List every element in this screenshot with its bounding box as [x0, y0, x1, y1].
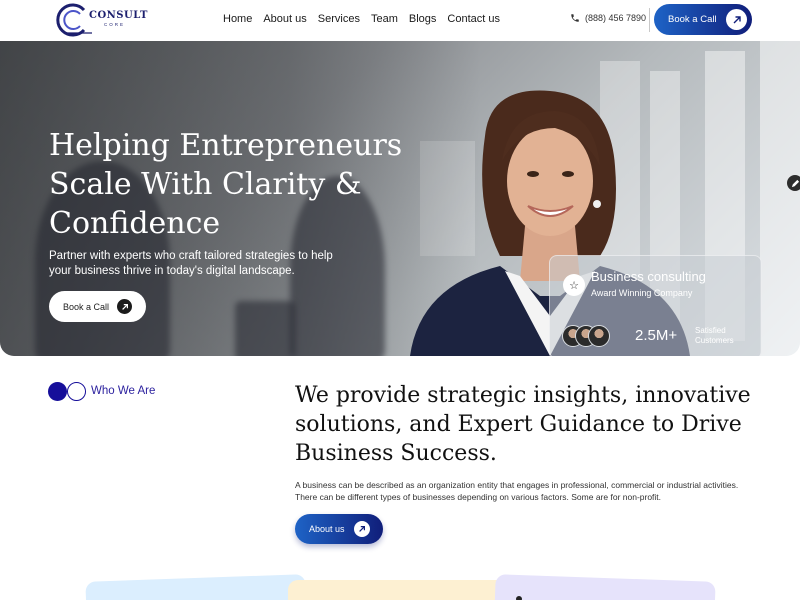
edit-pencil-icon[interactable] [787, 175, 800, 191]
hero-subtitle: Partner with experts who craft tailored … [49, 250, 333, 277]
avatar [588, 325, 610, 347]
main-nav: Home About us Services Team Blogs Contac… [223, 13, 500, 25]
phone-number: (888) 456 7890 [585, 13, 647, 23]
nav-item-home[interactable]: Home [223, 13, 252, 25]
phone-icon [571, 14, 579, 22]
arrow-up-right-icon [117, 299, 132, 314]
service-card-blue [85, 574, 307, 600]
card-subtitle: Award Winning Company [591, 288, 693, 298]
arrow-up-right-icon [354, 521, 370, 537]
customers-label: Satisfied Customers [695, 326, 734, 345]
service-card-yellow [288, 580, 512, 600]
nav-item-contact[interactable]: Contact us [447, 13, 500, 25]
nav-item-about[interactable]: About us [263, 13, 306, 25]
logo-text: CONSULT [89, 10, 148, 21]
customer-avatars [562, 325, 610, 347]
logo-mark-icon [56, 3, 92, 37]
nav-item-services[interactable]: Services [318, 13, 360, 25]
header-divider [649, 8, 650, 32]
about-us-button[interactable]: About us [295, 514, 383, 544]
section-tag: Who We Are [91, 385, 156, 397]
section-tag-icon [48, 382, 88, 401]
about-us-label: About us [309, 524, 345, 534]
background-person [235, 301, 295, 356]
card-title: Business consulting [591, 269, 706, 284]
service-card-purple [494, 574, 716, 600]
about-description: A business can be described as an organi… [295, 480, 739, 502]
hero-section: Helping Entrepreneurs Scale With Clarity… [0, 41, 800, 356]
book-call-button[interactable]: Book a Call [654, 4, 752, 35]
business-consulting-card: ☆ Business consulting Award Winning Comp… [549, 255, 762, 356]
about-heading: We provide strategic insights, innovativ… [295, 383, 751, 466]
hero-book-call-button[interactable]: Book a Call [49, 291, 146, 322]
phone-link[interactable]: (888) 456 7890 [570, 13, 646, 23]
logo-subtext: CORE [104, 22, 126, 27]
background-window [760, 41, 800, 356]
nav-item-team[interactable]: Team [371, 13, 398, 25]
nav-item-blogs[interactable]: Blogs [409, 13, 437, 25]
arrow-up-right-icon [726, 9, 747, 30]
hero-book-call-label: Book a Call [63, 301, 110, 312]
customers-count: 2.5M+ [635, 327, 678, 344]
hero-title: Helping Entrepreneurs Scale With Clarity… [49, 128, 403, 241]
dot-icon [516, 596, 522, 600]
logo[interactable]: CONSULT CORE [56, 2, 147, 38]
book-call-label: Book a Call [668, 14, 717, 25]
site-header: CONSULT CORE Home About us Services Team… [0, 0, 800, 40]
star-icon: ☆ [563, 274, 585, 296]
